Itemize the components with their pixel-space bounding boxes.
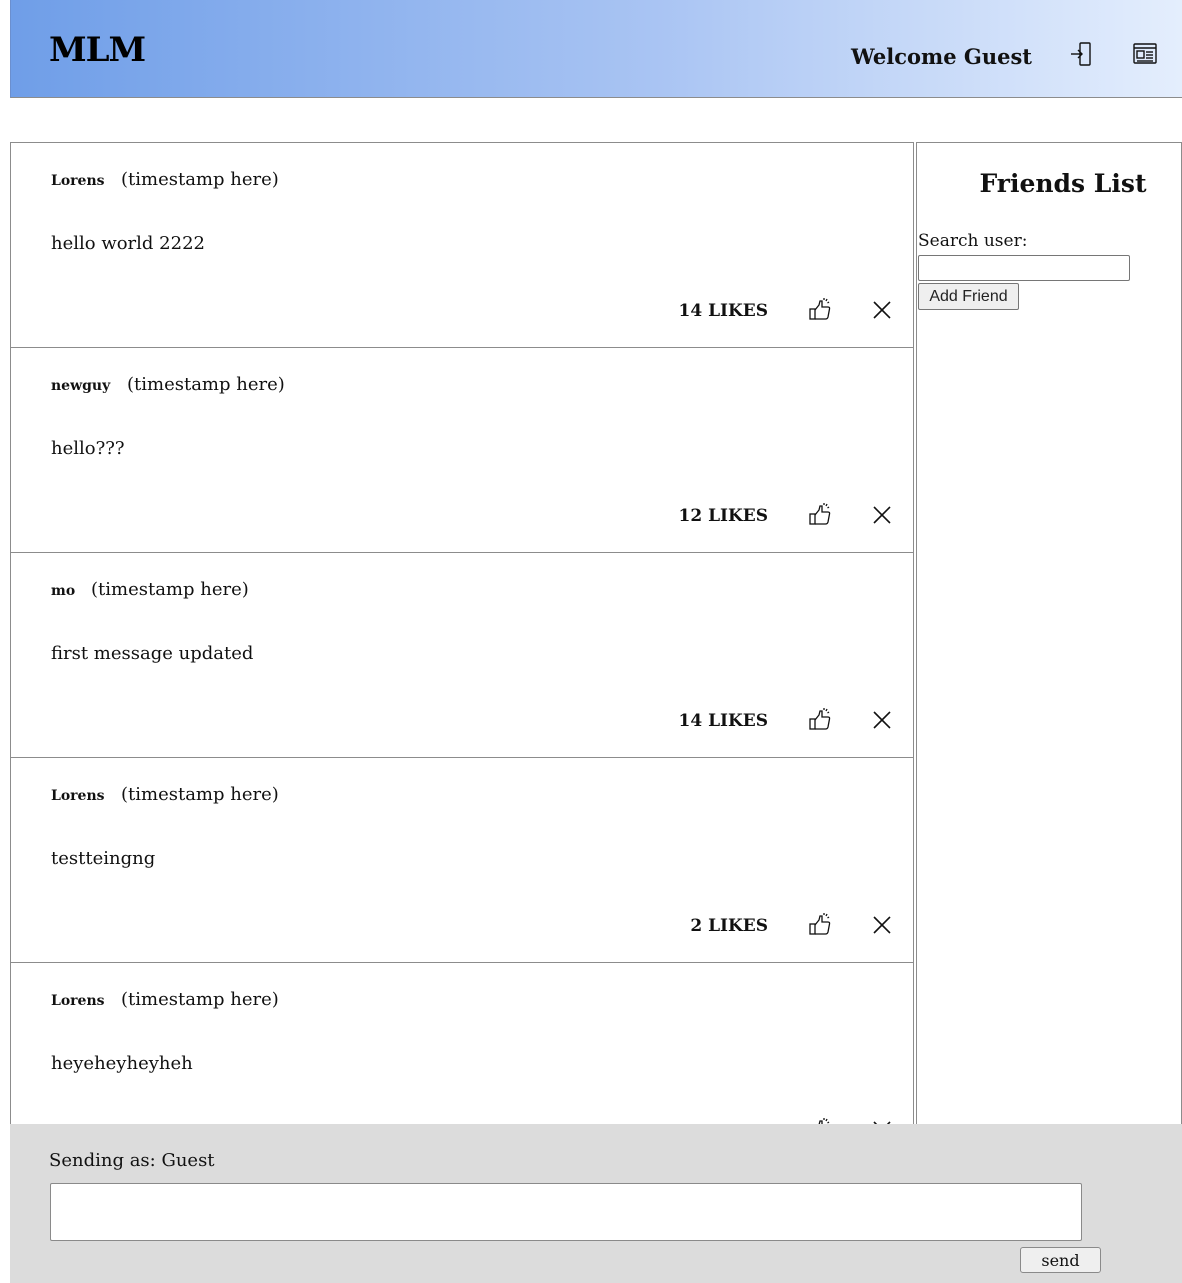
close-icon[interactable] <box>871 504 893 526</box>
send-button[interactable]: send <box>1020 1247 1101 1273</box>
post-likes-count: 12 LIKES <box>678 506 769 526</box>
thumbs-up-icon[interactable] <box>807 502 833 528</box>
add-friend-button[interactable]: Add Friend <box>918 283 1019 310</box>
post-timestamp: (timestamp here) <box>91 579 249 600</box>
post-username: mo <box>51 583 76 599</box>
post-card: newguy (timestamp here) hello??? 12 LIKE… <box>11 347 913 552</box>
post-likes-count: 2 LIKES <box>690 916 768 936</box>
post-message: testteingng <box>51 848 156 869</box>
post-username: Lorens <box>51 173 105 189</box>
welcome-text: Welcome Guest <box>851 44 1032 69</box>
post-timestamp: (timestamp here) <box>121 989 279 1010</box>
close-icon[interactable] <box>871 299 893 321</box>
message-feed[interactable]: Lorens (timestamp here) hello world 2222… <box>10 142 914 1124</box>
post-timestamp: (timestamp here) <box>127 374 285 395</box>
post-message: hello??? <box>51 438 125 459</box>
post-username: Lorens <box>51 788 105 804</box>
search-user-input[interactable] <box>918 255 1130 281</box>
post-card: Lorens (timestamp here) testteingng 2 LI… <box>11 757 913 962</box>
profile-card-icon[interactable] <box>1131 40 1159 68</box>
friends-list-title: Friends List <box>979 169 1147 198</box>
post-message: first message updated <box>51 643 254 664</box>
thumbs-up-icon[interactable] <box>807 1117 833 1124</box>
post-likes-count: 14 LIKES <box>678 301 769 321</box>
post-username: Lorens <box>51 993 105 1009</box>
login-icon[interactable] <box>1067 40 1095 68</box>
post-card: mo (timestamp here) first message update… <box>11 552 913 757</box>
thumbs-up-icon[interactable] <box>807 297 833 323</box>
app-header: MLM Welcome Guest <box>10 0 1182 98</box>
thumbs-up-icon[interactable] <box>807 707 833 733</box>
search-user-label: Search user: <box>918 231 1028 251</box>
post-username: newguy <box>51 378 111 394</box>
message-input[interactable] <box>50 1183 1082 1241</box>
thumbs-up-icon[interactable] <box>807 912 833 938</box>
post-message: hello world 2222 <box>51 233 205 254</box>
message-composer: Sending as: Guest send <box>10 1124 1182 1283</box>
post-message: heyeheyheyheh <box>51 1053 193 1074</box>
app-logo: MLM <box>49 30 146 70</box>
post-timestamp: (timestamp here) <box>121 169 279 190</box>
close-icon[interactable] <box>871 709 893 731</box>
close-icon[interactable] <box>871 914 893 936</box>
post-card: Lorens (timestamp here) hello world 2222… <box>11 142 913 347</box>
post-card: Lorens (timestamp here) heyeheyheyheh <box>11 962 913 1124</box>
sending-as-label: Sending as: Guest <box>49 1150 215 1171</box>
post-likes-count: 14 LIKES <box>678 711 769 731</box>
post-timestamp: (timestamp here) <box>121 784 279 805</box>
friends-panel: Friends List Search user: Add Friend <box>916 142 1182 1124</box>
